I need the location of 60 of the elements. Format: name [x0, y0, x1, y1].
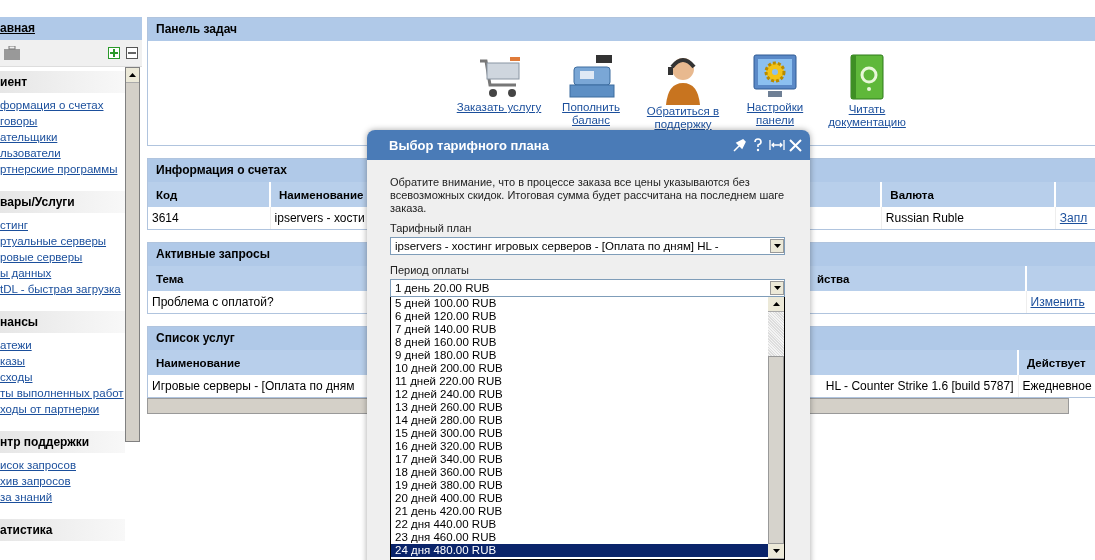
column-header: Валюта — [881, 182, 1056, 207]
column-header: Код — [148, 182, 271, 207]
sidebar-link[interactable]: ровые серверы — [0, 249, 125, 265]
field-label: Период оплаты — [390, 263, 470, 277]
briefcase-icon[interactable] — [4, 46, 20, 60]
dialog-title: Выбор тарифного плана — [389, 137, 550, 153]
sidebar-link[interactable]: льзователи — [0, 145, 125, 161]
task-link[interactable]: Настройки панели — [729, 41, 821, 145]
sidebar-link[interactable]: tDL - быстрая загрузка — [0, 281, 125, 297]
sidebar-link[interactable]: ты выполненных работ — [0, 385, 125, 401]
table-link[interactable]: Запл — [1059, 211, 1088, 225]
task-link[interactable]: Обратиться в поддержку — [637, 41, 729, 145]
sidebar-section-title: иент — [0, 71, 125, 93]
sidebar-link[interactable]: казы — [0, 353, 125, 369]
vertical-scrollbar[interactable] — [125, 67, 140, 442]
sidebar-link[interactable]: исок запросов — [0, 457, 125, 473]
resize-icon[interactable] — [769, 139, 785, 151]
arrow-down-icon — [773, 286, 781, 290]
dropdown-button[interactable] — [770, 281, 784, 295]
arrow-up-icon — [772, 302, 780, 306]
dropdown-option[interactable]: 24 дня 480.00 RUB — [391, 544, 768, 557]
sidebar-link[interactable]: за знаний — [0, 489, 125, 505]
sidebar-section-title: атистика — [0, 519, 125, 541]
sidebar-link[interactable]: ртнерские программы — [0, 161, 125, 177]
dropdown-button[interactable] — [770, 239, 784, 253]
close-icon[interactable] — [789, 138, 802, 152]
arrow-down-icon — [773, 244, 781, 248]
table-cell: Ежедневное — [1018, 375, 1095, 397]
sidebar-link[interactable]: ы данных — [0, 265, 125, 281]
panel-title: Панель задач — [148, 18, 1095, 41]
sidebar-link[interactable]: ходы от партнерки — [0, 401, 125, 417]
sidebar-link[interactable]: сходы — [0, 369, 125, 385]
sidebar-section-title: вары/Услуги — [0, 191, 125, 213]
sidebar-link[interactable]: атежи — [0, 337, 125, 353]
sidebar-link[interactable]: ртуальные серверы — [0, 233, 125, 249]
sidebar-link[interactable]: формация о счетах — [0, 97, 125, 113]
plan-select[interactable]: ipservers - хостинг игровых серверов - [Оплата по дням] HL - — [390, 237, 785, 255]
help-icon[interactable] — [753, 138, 763, 152]
sidebar-link[interactable]: говоры — [0, 113, 125, 129]
arrow-up-icon — [129, 73, 136, 77]
collapse-icon[interactable] — [126, 47, 138, 59]
period-select[interactable]: 1 день 20.00 RUB — [390, 279, 785, 297]
table-link[interactable]: Изменить — [1030, 295, 1085, 309]
sidebar-section-title: нансы — [0, 311, 125, 333]
expand-icon[interactable] — [108, 47, 120, 59]
home-link[interactable]: авная — [0, 17, 142, 40]
sidebar-link[interactable]: ательщики — [0, 129, 125, 145]
task-link[interactable]: Читать документацию — [821, 41, 913, 145]
arrow-down-icon — [772, 549, 780, 553]
sidebar-link[interactable]: стинг — [0, 217, 125, 233]
scrollbar-thumb[interactable] — [768, 356, 784, 544]
column-header: Действует — [1018, 350, 1095, 375]
sidebar-link[interactable]: хив запросов — [0, 473, 125, 489]
table-cell: Russian Ruble — [881, 207, 1056, 229]
column-header: йства — [808, 266, 1026, 291]
table-cell: 3614 — [148, 207, 271, 229]
cash-register-icon — [566, 53, 616, 101]
sidebar-section-title: нтр поддержки — [0, 431, 125, 453]
pin-icon[interactable] — [733, 138, 747, 152]
column-header — [1026, 266, 1095, 291]
